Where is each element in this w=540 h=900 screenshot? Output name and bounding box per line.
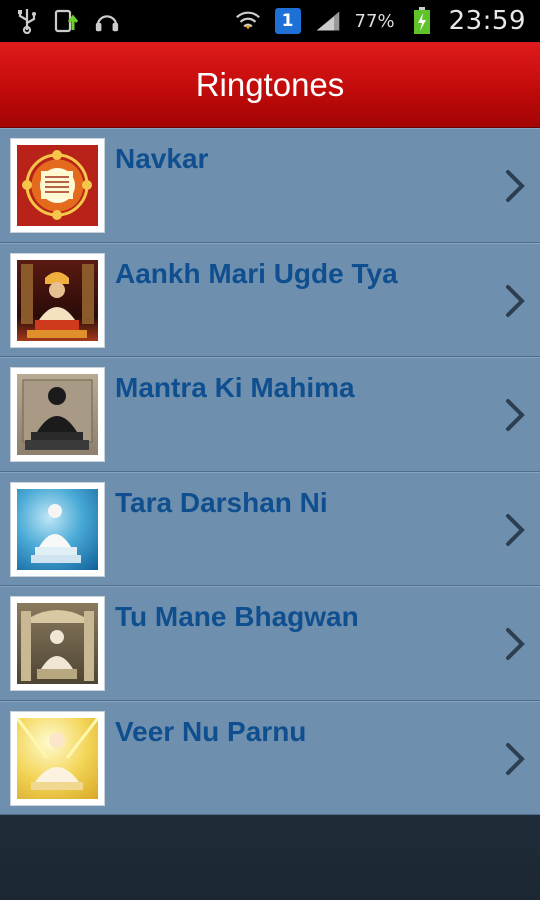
chevron-right-icon xyxy=(506,628,525,660)
list-item[interactable]: Tu Mane Bhagwan xyxy=(0,586,540,701)
empty-background xyxy=(0,815,540,900)
chevron-right-icon xyxy=(506,284,525,317)
idol-red-thumbnail xyxy=(10,252,105,348)
ringtone-title: Mantra Ki Mahima xyxy=(115,372,355,403)
ringtone-title: Aankh Mari Ugde Tya xyxy=(115,257,398,289)
chevron-right-icon xyxy=(506,399,525,431)
upload-icon xyxy=(54,8,80,34)
idol-blue-thumbnail xyxy=(10,481,105,577)
wifi-icon xyxy=(235,8,261,34)
usb-icon xyxy=(14,8,40,34)
list-item[interactable]: Veer Nu Parnu xyxy=(0,700,540,815)
headphones-icon xyxy=(94,8,120,34)
battery-percent: 77% xyxy=(354,10,395,32)
list-item[interactable]: Aankh Mari Ugde Tya xyxy=(0,242,540,357)
page-title: Ringtones xyxy=(195,65,345,103)
signal-icon xyxy=(315,8,341,34)
status-left xyxy=(14,8,120,34)
ringtone-title: Navkar xyxy=(115,143,209,174)
idol-yellow-thumbnail xyxy=(10,710,105,806)
notification-badge: 1 xyxy=(274,8,301,34)
idol-black-thumbnail xyxy=(10,367,105,462)
clock: 23:59 xyxy=(448,6,526,36)
status-right: 1 77% 23:59 xyxy=(235,6,526,36)
app-header: Ringtones xyxy=(0,42,540,128)
status-bar: 1 77% 23:59 xyxy=(0,0,540,42)
ringtone-list: Navkar Aankh Mari Ugde Tya Mantra Ki Mah… xyxy=(0,128,540,815)
list-item[interactable]: Tara Darshan Ni xyxy=(0,471,540,586)
list-item[interactable]: Mantra Ki Mahima xyxy=(0,357,540,472)
ringtone-title: Veer Nu Parnu xyxy=(115,715,307,747)
battery-icon xyxy=(409,7,435,34)
list-item[interactable]: Navkar xyxy=(0,128,540,243)
ringtone-title: Tara Darshan Ni xyxy=(115,486,328,518)
idol-temple-thumbnail xyxy=(10,596,105,691)
chevron-right-icon xyxy=(506,170,525,202)
ringtone-title: Tu Mane Bhagwan xyxy=(115,601,359,632)
chevron-right-icon xyxy=(506,513,525,546)
chevron-right-icon xyxy=(506,742,525,775)
navkar-thumbnail xyxy=(10,138,105,233)
